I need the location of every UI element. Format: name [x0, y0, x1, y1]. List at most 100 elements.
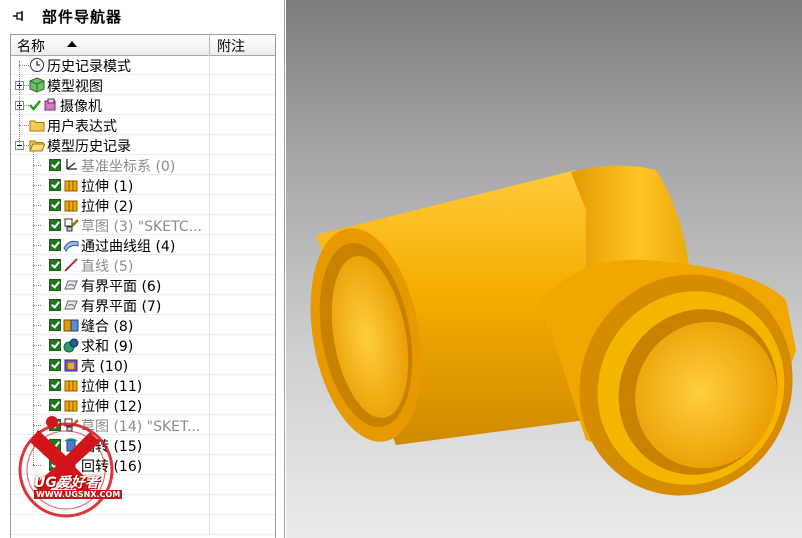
tree-row-label: 拉伸 (1) — [81, 179, 134, 195]
bounded-plane-icon — [64, 300, 78, 310]
tree-row[interactable]: 直线 (5) — [11, 255, 275, 275]
tree-row[interactable]: 通过曲线组 (4) — [11, 235, 275, 255]
column-divider — [209, 295, 210, 315]
visibility-checkbox[interactable] — [49, 199, 61, 211]
visibility-checkbox[interactable] — [49, 399, 61, 411]
tree-row[interactable]: 有界平面 (6) — [11, 275, 275, 295]
column-divider — [209, 495, 210, 515]
column-divider — [209, 375, 210, 395]
bounded-plane-icon — [64, 280, 78, 290]
visibility-checkbox[interactable] — [49, 299, 61, 311]
visibility-checkbox[interactable] — [49, 379, 61, 391]
tree-row-label: 通过曲线组 (4) — [81, 239, 176, 255]
tree-row-label: 拉伸 (11) — [81, 379, 143, 395]
extrude-icon — [64, 380, 78, 392]
tree-connector — [33, 225, 41, 226]
shell-icon — [64, 359, 78, 372]
tree-row[interactable]: 缝合 (8) — [11, 315, 275, 335]
tree-row[interactable]: 求和 (9) — [11, 335, 275, 355]
watermark-seal-icon — [18, 416, 114, 518]
line-icon — [64, 258, 78, 272]
extrude-icon — [64, 180, 78, 192]
tree-row[interactable]: 草图 (3) "SKETC... — [11, 215, 275, 235]
visibility-checkbox[interactable] — [49, 319, 61, 331]
tree-row[interactable]: 拉伸 (2) — [11, 195, 275, 215]
column-divider — [209, 215, 210, 235]
column-divider — [209, 75, 210, 95]
tree-row[interactable]: 模型历史记录 — [11, 135, 275, 155]
column-divider — [209, 115, 210, 135]
column-header: 名称 附注 — [11, 35, 275, 56]
visibility-checkbox[interactable] — [49, 279, 61, 291]
extrude-icon — [64, 400, 78, 412]
column-divider — [209, 355, 210, 375]
camera-icon — [44, 98, 56, 111]
tree-row[interactable]: 拉伸 (11) — [11, 375, 275, 395]
tree-row[interactable]: 用户表达式 — [11, 115, 275, 135]
visibility-checkbox[interactable] — [49, 179, 61, 191]
tree-connector — [33, 285, 41, 286]
column-divider — [209, 475, 210, 495]
column-divider — [209, 195, 210, 215]
visibility-checkbox[interactable] — [49, 359, 61, 371]
column-divider — [209, 435, 210, 455]
watermark-brand: UG爱好者 — [34, 475, 99, 491]
tree-row-label: 有界平面 (7) — [81, 299, 162, 315]
column-divider — [209, 415, 210, 435]
column-divider — [209, 515, 210, 535]
pin-icon[interactable] — [12, 9, 26, 23]
clock-icon — [30, 58, 44, 72]
sort-ascending-icon — [67, 41, 77, 47]
visibility-checkbox[interactable] — [49, 339, 61, 351]
graphics-viewport[interactable] — [286, 0, 802, 538]
tree-row[interactable]: 有界平面 (7) — [11, 295, 275, 315]
tree-row-label: 缝合 (8) — [81, 319, 134, 335]
note-column-header[interactable]: 附注 — [217, 36, 245, 56]
tree-row[interactable]: 基准坐标系 (0) — [11, 155, 275, 175]
column-divider — [209, 55, 210, 75]
name-column-label: 名称 — [17, 39, 45, 55]
column-divider — [209, 95, 210, 115]
unite-icon — [63, 338, 79, 353]
tree-connector — [33, 405, 41, 406]
name-column-header[interactable]: 名称 — [11, 35, 210, 55]
sketch-icon — [64, 218, 79, 232]
tree-connector — [33, 345, 41, 346]
part-navigator: 部件导航器 名称 附注 历史记录模式 模型视图 摄像机 用户表达式 模型历史记录 基准坐标… — [0, 0, 285, 538]
tree-row[interactable]: 历史记录模式 — [11, 55, 275, 75]
tree-row-label: 摄像机 — [60, 99, 102, 115]
tree-row-label: 求和 (9) — [81, 339, 134, 355]
tree-connector — [33, 385, 41, 386]
tree-row-label: 拉伸 (2) — [81, 199, 134, 215]
tree-connector — [33, 165, 41, 166]
tree-row[interactable]: 模型视图 — [11, 75, 275, 95]
visibility-checkbox[interactable] — [49, 259, 61, 271]
extrude-icon — [64, 200, 78, 212]
tree-row-label: 壳 (10) — [81, 359, 129, 375]
checkmark-icon[interactable] — [29, 99, 41, 111]
visibility-checkbox[interactable] — [49, 239, 61, 251]
ug-watermark-logo: UG爱好者 WWW.UGSNX.COM — [8, 412, 132, 522]
sew-icon — [63, 319, 79, 332]
tree-row-label: 模型视图 — [47, 79, 103, 95]
tree-row[interactable]: 摄像机 — [11, 95, 275, 115]
model-view-icon — [29, 77, 45, 93]
column-divider — [209, 335, 210, 355]
column-divider — [209, 255, 210, 275]
tree-connector — [33, 305, 41, 306]
column-divider — [209, 135, 210, 155]
tree-connector — [33, 325, 41, 326]
elbow-pipe-model — [310, 165, 796, 496]
tree-connector — [33, 245, 41, 246]
visibility-checkbox[interactable] — [49, 219, 61, 231]
tree-row-label: 用户表达式 — [47, 119, 117, 135]
tree-row-label: 直线 (5) — [81, 259, 134, 275]
column-divider — [209, 395, 210, 415]
column-divider — [209, 315, 210, 335]
tree-connector — [33, 265, 41, 266]
tree-row[interactable]: 拉伸 (1) — [11, 175, 275, 195]
column-divider — [209, 275, 210, 295]
tree-row[interactable]: 壳 (10) — [11, 355, 275, 375]
column-divider — [209, 175, 210, 195]
visibility-checkbox[interactable] — [49, 159, 61, 171]
